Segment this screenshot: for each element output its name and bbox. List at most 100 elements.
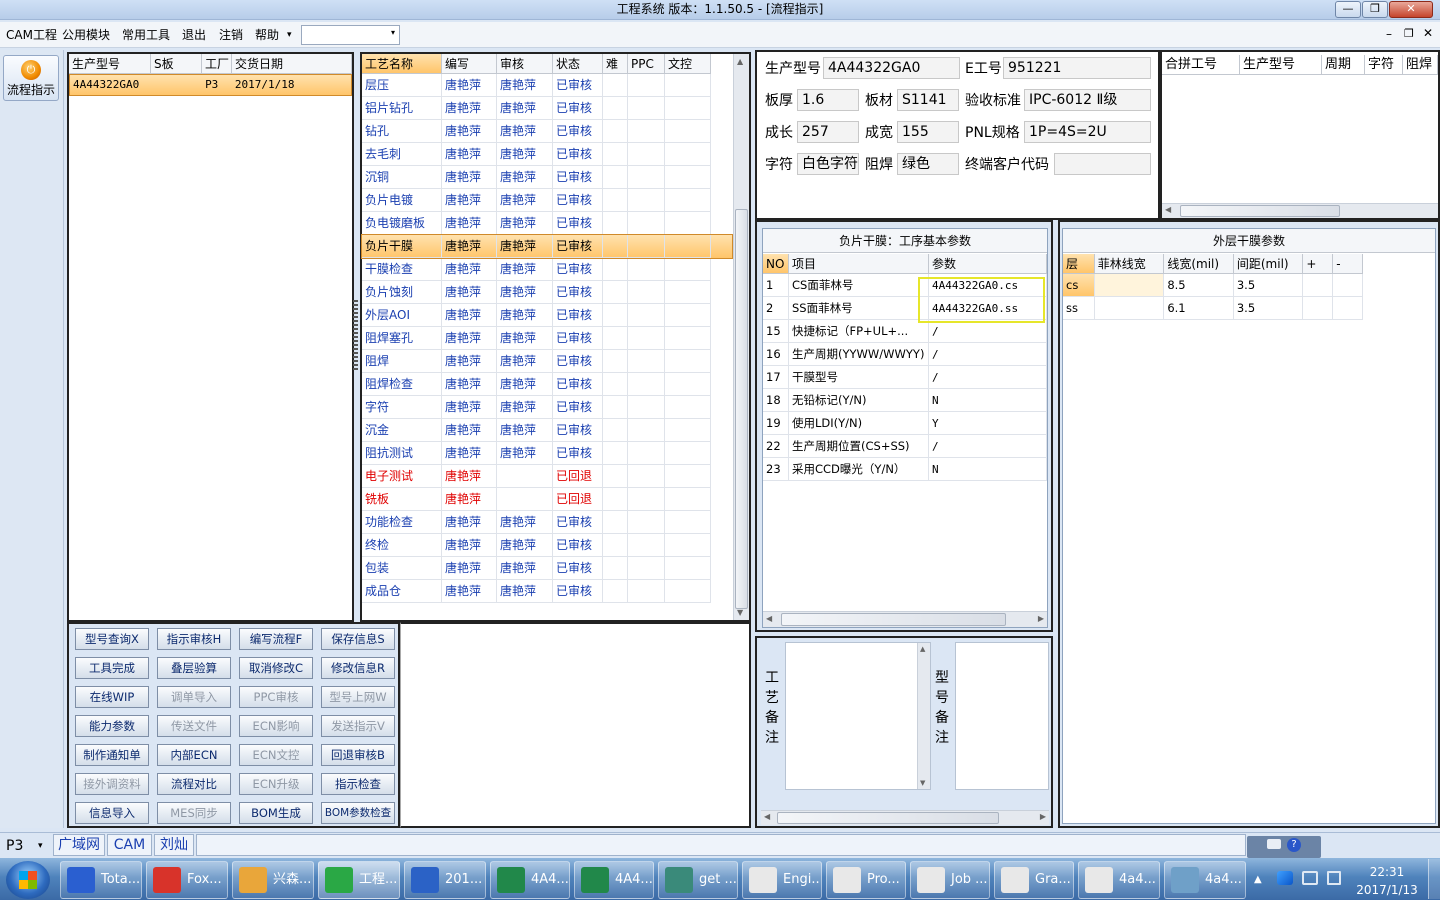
- column-header[interactable]: 间距(mil): [1233, 254, 1304, 274]
- instruction-check-button[interactable]: 指示检查: [321, 773, 395, 795]
- table-row[interactable]: 阻抗测试 唐艳萍 唐艳萍 已审核: [362, 442, 732, 465]
- table-cell[interactable]: Y: [929, 412, 1047, 435]
- table-row[interactable]: 阻焊检查 唐艳萍 唐艳萍 已审核: [362, 373, 732, 396]
- table-cell[interactable]: [1094, 274, 1165, 297]
- ejob-field[interactable]: 951221: [1003, 57, 1151, 79]
- info-import-button[interactable]: 信息导入: [75, 802, 149, 824]
- network-tray-icon[interactable]: [1302, 871, 1318, 885]
- splitter-grip[interactable]: [353, 300, 358, 370]
- revert-review-button[interactable]: 回退审核B: [321, 744, 395, 766]
- write-flow-button[interactable]: 编写流程F: [239, 628, 313, 650]
- column-header[interactable]: 难: [603, 54, 628, 74]
- clock[interactable]: 22:31 2017/1/13: [1352, 863, 1422, 899]
- review-button[interactable]: 指示审核H: [157, 628, 231, 650]
- scroll-right-icon[interactable]: ▶: [1038, 614, 1044, 623]
- table-row[interactable]: 负片电镀 唐艳萍 唐艳萍 已审核: [362, 189, 732, 212]
- table-row[interactable]: 字符 唐艳萍 唐艳萍 已审核: [362, 396, 732, 419]
- table-row[interactable]: 终检 唐艳萍 唐艳萍 已审核: [362, 534, 732, 557]
- table-row[interactable]: 4A44322GA0 P3 2017/1/18: [69, 74, 352, 96]
- taskbar-item[interactable]: Job ...: [910, 861, 990, 899]
- column-header[interactable]: S板: [151, 54, 202, 74]
- taskbar-item[interactable]: 兴森...: [232, 861, 314, 899]
- taskbar-item[interactable]: 4a4...: [1078, 861, 1160, 899]
- taskbar-item[interactable]: 4a4...: [1164, 861, 1246, 899]
- taskbar-item[interactable]: Pro...: [826, 861, 906, 899]
- table-row[interactable]: 23 采用CCD曝光（Y/N） N: [763, 458, 1047, 481]
- table-row[interactable]: ss 6.1 3.5: [1063, 297, 1364, 320]
- notice-button[interactable]: 制作通知单: [75, 744, 149, 766]
- cancel-edit-button[interactable]: 取消修改C: [239, 657, 313, 679]
- column-header[interactable]: +: [1303, 254, 1334, 274]
- mdi-restore-icon[interactable]: ❐: [1404, 27, 1414, 40]
- table-row[interactable]: 功能检查 唐艳萍 唐艳萍 已审核: [362, 511, 732, 534]
- table-row[interactable]: 17 干膜型号 /: [763, 366, 1047, 389]
- query-button[interactable]: 型号查询X: [75, 628, 149, 650]
- scroll-left-icon[interactable]: ◀: [764, 812, 770, 821]
- scroll-up-icon[interactable]: ▲: [737, 57, 743, 66]
- show-hidden-icons[interactable]: ▲: [1254, 874, 1262, 885]
- taskbar-item[interactable]: 工程...: [318, 861, 400, 899]
- maximize-button[interactable]: ❐: [1362, 1, 1388, 18]
- scroll-right-icon[interactable]: ▶: [1040, 812, 1046, 821]
- column-header[interactable]: 交货日期: [232, 54, 352, 74]
- taskbar-item[interactable]: 4A4...: [490, 861, 570, 899]
- table-cell[interactable]: [1303, 297, 1334, 320]
- online-wip-button[interactable]: 在线WIP: [75, 686, 149, 708]
- table-row[interactable]: 电子测试 唐艳萍 已回退: [362, 465, 732, 488]
- table-cell[interactable]: 3.5: [1233, 274, 1304, 297]
- table-row[interactable]: cs 8.5 3.5: [1063, 274, 1364, 297]
- stack-check-button[interactable]: 叠层验算: [157, 657, 231, 679]
- scroll-thumb[interactable]: [1180, 205, 1340, 217]
- table-row[interactable]: 去毛刺 唐艳萍 唐艳萍 已审核: [362, 143, 732, 166]
- close-button[interactable]: ✕: [1389, 1, 1433, 18]
- internal-ecn-button[interactable]: 内部ECN: [157, 744, 231, 766]
- process-notes-textarea[interactable]: ▲ ▼: [785, 642, 931, 790]
- model-field[interactable]: 4A44322GA0: [823, 57, 960, 79]
- table-row[interactable]: 成品仓 唐艳萍 唐艳萍 已审核: [362, 580, 732, 603]
- table-row[interactable]: 阻焊 唐艳萍 唐艳萍 已审核: [362, 350, 732, 373]
- taskbar-item[interactable]: 201...: [404, 861, 486, 899]
- table-cell[interactable]: /: [929, 366, 1047, 389]
- column-header[interactable]: 周期: [1322, 55, 1365, 75]
- acceptance-field[interactable]: IPC-6012 Ⅱ级: [1024, 89, 1151, 111]
- table-row[interactable]: 干膜检查 唐艳萍 唐艳萍 已审核: [362, 258, 732, 281]
- factory-selector[interactable]: P3 ▾: [6, 836, 50, 856]
- column-header[interactable]: 审核: [497, 54, 553, 74]
- length-field[interactable]: 257: [797, 121, 859, 143]
- solder-mask-field[interactable]: 绿色: [897, 153, 959, 175]
- column-header[interactable]: 工厂: [202, 54, 232, 74]
- column-header[interactable]: 参数: [929, 254, 1047, 274]
- column-header[interactable]: 层: [1063, 254, 1095, 274]
- column-header[interactable]: 生产型号: [69, 54, 151, 74]
- thickness-field[interactable]: 1.6: [797, 89, 859, 111]
- column-header[interactable]: NO: [763, 254, 789, 274]
- column-header[interactable]: 阻焊: [1403, 55, 1438, 75]
- table-row[interactable]: 层压 唐艳萍 唐艳萍 已审核: [362, 74, 732, 97]
- column-header[interactable]: 线宽(mil): [1164, 254, 1234, 274]
- table-cell[interactable]: [1333, 274, 1364, 297]
- column-header[interactable]: 生产型号: [1240, 55, 1322, 75]
- taskbar-item[interactable]: Engi...: [742, 861, 822, 899]
- table-row[interactable]: 负片蚀刻 唐艳萍 唐艳萍 已审核: [362, 281, 732, 304]
- volume-tray-icon[interactable]: [1327, 871, 1341, 885]
- help-dropdown-icon[interactable]: ▾: [287, 27, 292, 43]
- scroll-thumb[interactable]: [781, 613, 1006, 626]
- pnl-field[interactable]: 1P=4S=2U: [1024, 121, 1151, 143]
- table-row[interactable]: 18 无铅标记(Y/N) N: [763, 389, 1047, 412]
- table-row[interactable]: 15 快捷标记（FP+UL+... /: [763, 320, 1047, 343]
- table-cell[interactable]: [1333, 297, 1364, 320]
- scroll-thumb[interactable]: [735, 209, 748, 609]
- column-header[interactable]: 编写: [442, 54, 497, 74]
- show-desktop-button[interactable]: [1428, 859, 1440, 899]
- notes-hscrollbar[interactable]: ◀ ▶: [761, 810, 1049, 825]
- mdi-minimize-icon[interactable]: –: [1386, 27, 1392, 41]
- menu-common-tools[interactable]: 常用工具: [122, 27, 170, 43]
- tray-overflow-strip[interactable]: ?: [1247, 836, 1321, 858]
- model-notes-textarea[interactable]: [955, 642, 1049, 790]
- table-row[interactable]: 包装 唐艳萍 唐艳萍 已审核: [362, 557, 732, 580]
- width-field[interactable]: 155: [897, 121, 959, 143]
- app-tray-icon[interactable]: [1277, 871, 1293, 885]
- tool-done-button[interactable]: 工具完成: [75, 657, 149, 679]
- material-field[interactable]: S1141: [897, 89, 959, 111]
- table-row[interactable]: 钻孔 唐艳萍 唐艳萍 已审核: [362, 120, 732, 143]
